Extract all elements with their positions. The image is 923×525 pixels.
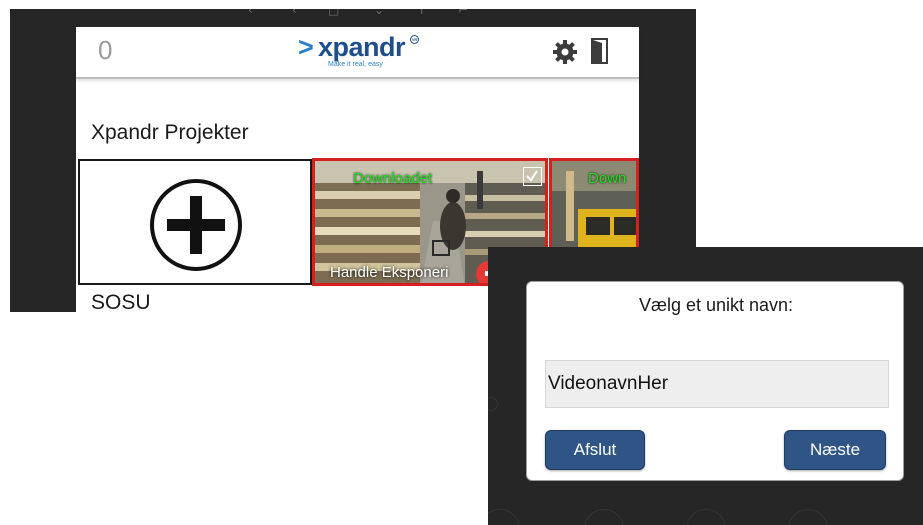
download-status-label: Down (588, 170, 627, 187)
status-glyph: ⌄ (374, 9, 385, 17)
dialog-title: Vælg et unikt navn: (638, 295, 794, 315)
status-glyph: ‹ (248, 9, 253, 17)
exit-door-icon[interactable] (590, 37, 610, 65)
video-name-input[interactable] (545, 360, 889, 408)
sosu-section-title: SOSU (91, 291, 151, 312)
video-title-label: Handle Eksponeri (330, 264, 449, 281)
background-shape (584, 509, 624, 525)
system-status-bar: ‹ ‹ □ ⌄ ı ⌐ (10, 9, 696, 27)
project-counter: 0 (98, 35, 113, 65)
next-button[interactable]: Næste (784, 430, 886, 470)
name-dialog-screen: Vælg et unikt navn: Afslut Næste (488, 247, 923, 525)
status-glyph: ı (420, 9, 424, 17)
download-status-label: Downloadet (353, 170, 433, 187)
logo-vr-badge: VR (410, 35, 419, 44)
status-glyph: ⌐ (458, 9, 469, 17)
add-project-tile[interactable] (78, 159, 312, 285)
gear-icon[interactable] (552, 39, 578, 65)
logo-tagline: Make it real, easy (328, 61, 383, 68)
unique-name-dialog: Vælg et unikt navn: Afslut Næste (526, 281, 904, 481)
background-shape (488, 509, 520, 525)
projects-section-title: Xpandr Projekter (91, 121, 249, 144)
app-header: 0 > xpandr VR Make it real, easy (76, 27, 639, 79)
background-shape (788, 509, 828, 525)
quit-button[interactable]: Afslut (545, 430, 645, 470)
background-shape (686, 509, 726, 525)
xpandr-logo: > xpandr VR Make it real, easy (298, 32, 428, 68)
plus-circle-icon (150, 179, 242, 271)
checkbox-icon[interactable] (523, 167, 542, 186)
background-shape (488, 397, 498, 411)
composite-screenshot: ‹ ‹ □ ⌄ ı ⌐ 0 > xpandr VR Make it real, … (0, 0, 923, 525)
status-glyph: □ (328, 9, 340, 17)
logo-x-mark: > (298, 32, 314, 62)
status-glyph: ‹ (292, 9, 297, 17)
logo-wordmark: xpandr (318, 32, 406, 62)
